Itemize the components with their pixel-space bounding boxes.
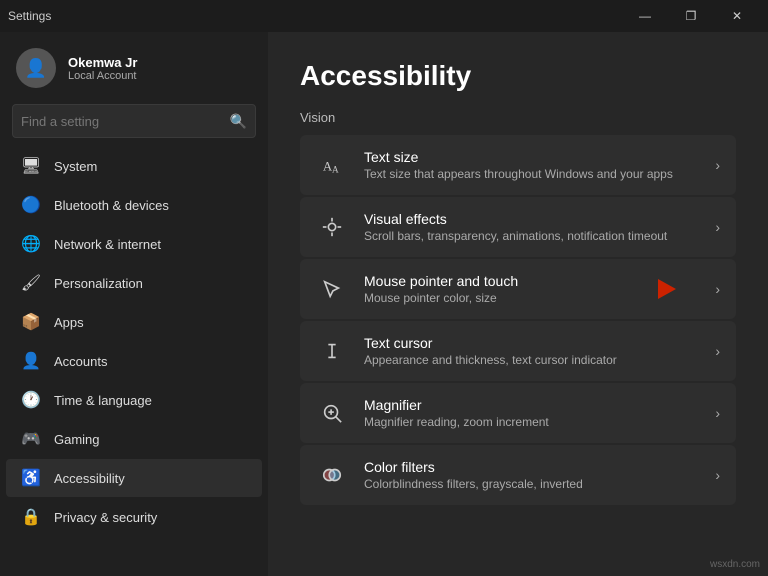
visual-effects-text: Visual effects Scroll bars, transparency… xyxy=(364,211,699,243)
visual-effects-icon xyxy=(316,211,348,243)
text-cursor-subtitle: Appearance and thickness, text cursor in… xyxy=(364,353,699,367)
color-filters-icon xyxy=(316,459,348,491)
mouse-pointer-text: Mouse pointer and touch Mouse pointer co… xyxy=(364,273,699,305)
magnifier-subtitle: Magnifier reading, zoom increment xyxy=(364,415,699,429)
visual-effects-subtitle: Scroll bars, transparency, animations, n… xyxy=(364,229,699,243)
watermark: wsxdn.com xyxy=(710,559,760,570)
text-size-icon: AA xyxy=(316,149,348,181)
search-icon: 🔍 xyxy=(230,113,247,130)
visual-effects-title: Visual effects xyxy=(364,211,699,227)
svg-text:A: A xyxy=(332,164,339,174)
sidebar-item-personalization[interactable]: 🖌 Personalization xyxy=(6,264,262,302)
sidebar-label-gaming: Gaming xyxy=(54,432,100,447)
sidebar-item-network[interactable]: 🌐 Network & internet xyxy=(6,225,262,263)
text-size-subtitle: Text size that appears throughout Window… xyxy=(364,167,699,181)
sidebar-label-system: System xyxy=(54,159,97,174)
magnifier-title: Magnifier xyxy=(364,397,699,413)
color-filters-title: Color filters xyxy=(364,459,699,475)
apps-icon: 📦 xyxy=(22,313,40,331)
sidebar-label-apps: Apps xyxy=(54,315,84,330)
text-cursor-icon xyxy=(316,335,348,367)
minimize-button[interactable]: — xyxy=(622,0,668,32)
section-title: Vision xyxy=(300,110,736,125)
main-layout: 👤 Okemwa Jr Local Account 🔍 🖥 System 🔵 B… xyxy=(0,32,768,576)
bluetooth-icon: 🔵 xyxy=(22,196,40,214)
sidebar: 👤 Okemwa Jr Local Account 🔍 🖥 System 🔵 B… xyxy=(0,32,268,576)
privacy-icon: 🔒 xyxy=(22,508,40,526)
titlebar-controls: — ❐ ✕ xyxy=(622,0,760,32)
sidebar-label-accounts: Accounts xyxy=(54,354,107,369)
sidebar-item-accessibility[interactable]: ♿ Accessibility xyxy=(6,459,262,497)
sidebar-item-bluetooth[interactable]: 🔵 Bluetooth & devices xyxy=(6,186,262,224)
titlebar-title: Settings xyxy=(8,9,51,23)
content-area: Accessibility Vision AA Text size Text s… xyxy=(268,32,768,576)
mouse-pointer-title: Mouse pointer and touch xyxy=(364,273,699,289)
nav-list: 🖥 System 🔵 Bluetooth & devices 🌐 Network… xyxy=(0,146,268,576)
magnifier-text: Magnifier Magnifier reading, zoom increm… xyxy=(364,397,699,429)
chevron-icon: › xyxy=(715,219,720,235)
search-input[interactable] xyxy=(21,114,230,129)
color-filters-text: Color filters Colorblindness filters, gr… xyxy=(364,459,699,491)
color-filters-subtitle: Colorblindness filters, grayscale, inver… xyxy=(364,477,699,491)
text-cursor-text: Text cursor Appearance and thickness, te… xyxy=(364,335,699,367)
text-size-title: Text size xyxy=(364,149,699,165)
maximize-button[interactable]: ❐ xyxy=(668,0,714,32)
settings-item-visual-effects[interactable]: Visual effects Scroll bars, transparency… xyxy=(300,197,736,257)
mouse-pointer-subtitle: Mouse pointer color, size xyxy=(364,291,699,305)
user-subtitle: Local Account xyxy=(68,70,137,82)
user-name: Okemwa Jr xyxy=(68,55,137,70)
sidebar-label-bluetooth: Bluetooth & devices xyxy=(54,198,169,213)
sidebar-item-privacy[interactable]: 🔒 Privacy & security xyxy=(6,498,262,536)
text-cursor-title: Text cursor xyxy=(364,335,699,351)
sidebar-label-accessibility: Accessibility xyxy=(54,471,125,486)
arrow-indicator xyxy=(658,279,676,299)
sidebar-item-accounts[interactable]: 👤 Accounts xyxy=(6,342,262,380)
settings-item-text-size[interactable]: AA Text size Text size that appears thro… xyxy=(300,135,736,195)
sidebar-label-privacy: Privacy & security xyxy=(54,510,157,525)
gaming-icon: 🎮 xyxy=(22,430,40,448)
magnifier-icon xyxy=(316,397,348,429)
settings-item-magnifier[interactable]: Magnifier Magnifier reading, zoom increm… xyxy=(300,383,736,443)
chevron-icon: › xyxy=(715,343,720,359)
chevron-icon: › xyxy=(715,405,720,421)
search-box[interactable]: 🔍 xyxy=(12,104,256,138)
sidebar-label-network: Network & internet xyxy=(54,237,161,252)
avatar: 👤 xyxy=(16,48,56,88)
titlebar: Settings — ❐ ✕ xyxy=(0,0,768,32)
personalization-icon: 🖌 xyxy=(22,274,40,292)
settings-item-color-filters[interactable]: Color filters Colorblindness filters, gr… xyxy=(300,445,736,505)
sidebar-item-system[interactable]: 🖥 System xyxy=(6,147,262,185)
system-icon: 🖥 xyxy=(22,157,40,175)
chevron-icon: › xyxy=(715,281,720,297)
page-title: Accessibility xyxy=(300,60,736,92)
sidebar-item-apps[interactable]: 📦 Apps xyxy=(6,303,262,341)
user-info: Okemwa Jr Local Account xyxy=(68,55,137,82)
user-profile[interactable]: 👤 Okemwa Jr Local Account xyxy=(0,32,268,100)
settings-list: AA Text size Text size that appears thro… xyxy=(300,135,736,505)
sidebar-label-time: Time & language xyxy=(54,393,152,408)
text-size-text: Text size Text size that appears through… xyxy=(364,149,699,181)
settings-item-mouse-pointer[interactable]: Mouse pointer and touch Mouse pointer co… xyxy=(300,259,736,319)
sidebar-item-gaming[interactable]: 🎮 Gaming xyxy=(6,420,262,458)
network-icon: 🌐 xyxy=(22,235,40,253)
accessibility-icon: ♿ xyxy=(22,469,40,487)
chevron-icon: › xyxy=(715,157,720,173)
sidebar-item-time[interactable]: 🕐 Time & language xyxy=(6,381,262,419)
time-icon: 🕐 xyxy=(22,391,40,409)
mouse-pointer-icon xyxy=(316,273,348,305)
sidebar-label-personalization: Personalization xyxy=(54,276,143,291)
chevron-icon: › xyxy=(715,467,720,483)
settings-item-text-cursor[interactable]: Text cursor Appearance and thickness, te… xyxy=(300,321,736,381)
close-button[interactable]: ✕ xyxy=(714,0,760,32)
accounts-icon: 👤 xyxy=(22,352,40,370)
